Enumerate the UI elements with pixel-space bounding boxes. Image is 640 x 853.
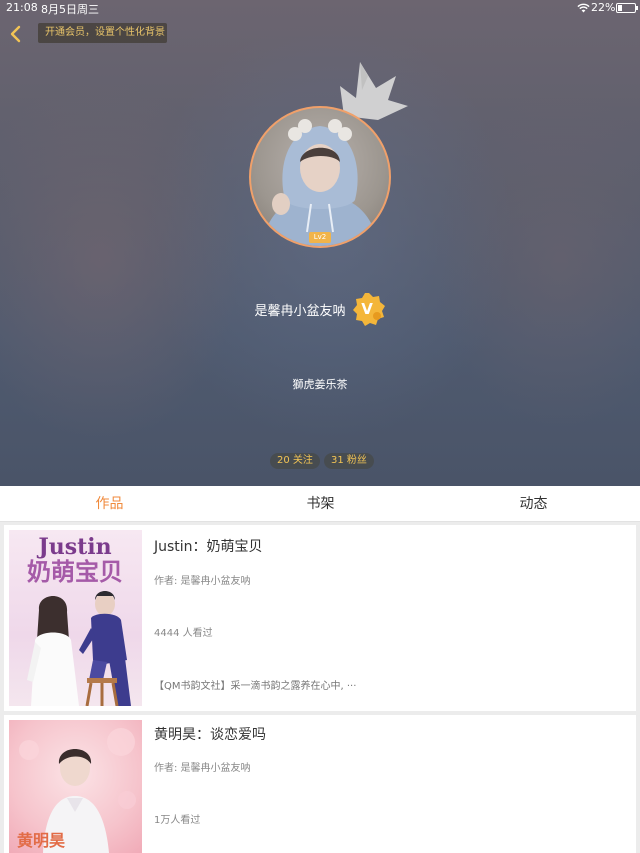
book-author: 作者: 是馨冉小盆友呐 — [154, 576, 251, 587]
book-list-item[interactable]: 黄明昊 黄明昊：谈恋爱吗 作者: 是馨冉小盆友呐 1万人看过 — [4, 715, 636, 853]
avatar[interactable] — [249, 106, 391, 248]
username-row: 是馨冉小盆友呐 V — [0, 293, 640, 326]
status-date: 8月5日周三 — [41, 3, 99, 16]
cover-title-line2: 奶萌宝贝 — [27, 557, 123, 586]
tab-feed[interactable]: 动态 — [427, 486, 640, 522]
book-cover-art: Justin 奶萌宝贝 — [9, 530, 142, 706]
signature: 獅虎姜乐茶 — [292, 378, 348, 391]
status-bar: 21:08 8月5日周三 22% — [0, 0, 640, 16]
stats-row: 20 关注 31 粉丝 — [0, 453, 640, 469]
tab-bookshelf[interactable]: 书架 — [214, 486, 427, 522]
book-title[interactable]: Justin：奶萌宝贝 — [154, 536, 263, 556]
book-author: 作者: 是馨冉小盆友呐 — [154, 763, 251, 774]
fans-count[interactable]: 31 粉丝 — [324, 453, 374, 469]
svg-text:V: V — [361, 300, 373, 318]
profile-header: 21:08 8月5日周三 22% 开通会员，设置个性化背景 Lv2 是馨冉小盆友… — [0, 0, 640, 486]
verified-v-icon: V — [352, 293, 385, 326]
battery-percent: 22% — [591, 1, 616, 14]
vip-background-banner[interactable]: 开通会员，设置个性化背景 — [38, 23, 167, 43]
book-views: 1万人看过 — [154, 815, 201, 826]
book-cover[interactable]: 黄明昊 — [9, 720, 142, 853]
book-description: 【QM书韵文社】采一滴书韵之露养在心中, ··· — [154, 681, 357, 692]
book-title[interactable]: 黄明昊：谈恋爱吗 — [154, 724, 266, 744]
book-views: 4444 人看过 — [154, 628, 213, 639]
battery-icon — [616, 3, 638, 13]
book-list-item[interactable]: Justin 奶萌宝贝 Justin：奶萌宝贝 作者: 是馨冉小盆友呐 4444… — [4, 525, 636, 711]
back-button[interactable] — [6, 24, 26, 44]
level-badge: Lv2 — [309, 232, 331, 243]
username: 是馨冉小盆友呐 — [254, 304, 346, 319]
tab-works[interactable]: 作品 — [3, 486, 216, 522]
book-cover[interactable]: Justin 奶萌宝贝 — [9, 530, 142, 706]
status-time: 21:08 — [6, 1, 38, 14]
cover-title-line1: 黄明昊 — [17, 831, 65, 850]
content-tabs: 作品 书架 动态 — [0, 486, 640, 522]
follow-count[interactable]: 20 关注 — [270, 453, 320, 469]
avatar-photo — [261, 119, 379, 246]
wifi-icon — [577, 3, 590, 13]
book-cover-art: 黄明昊 — [9, 720, 142, 853]
